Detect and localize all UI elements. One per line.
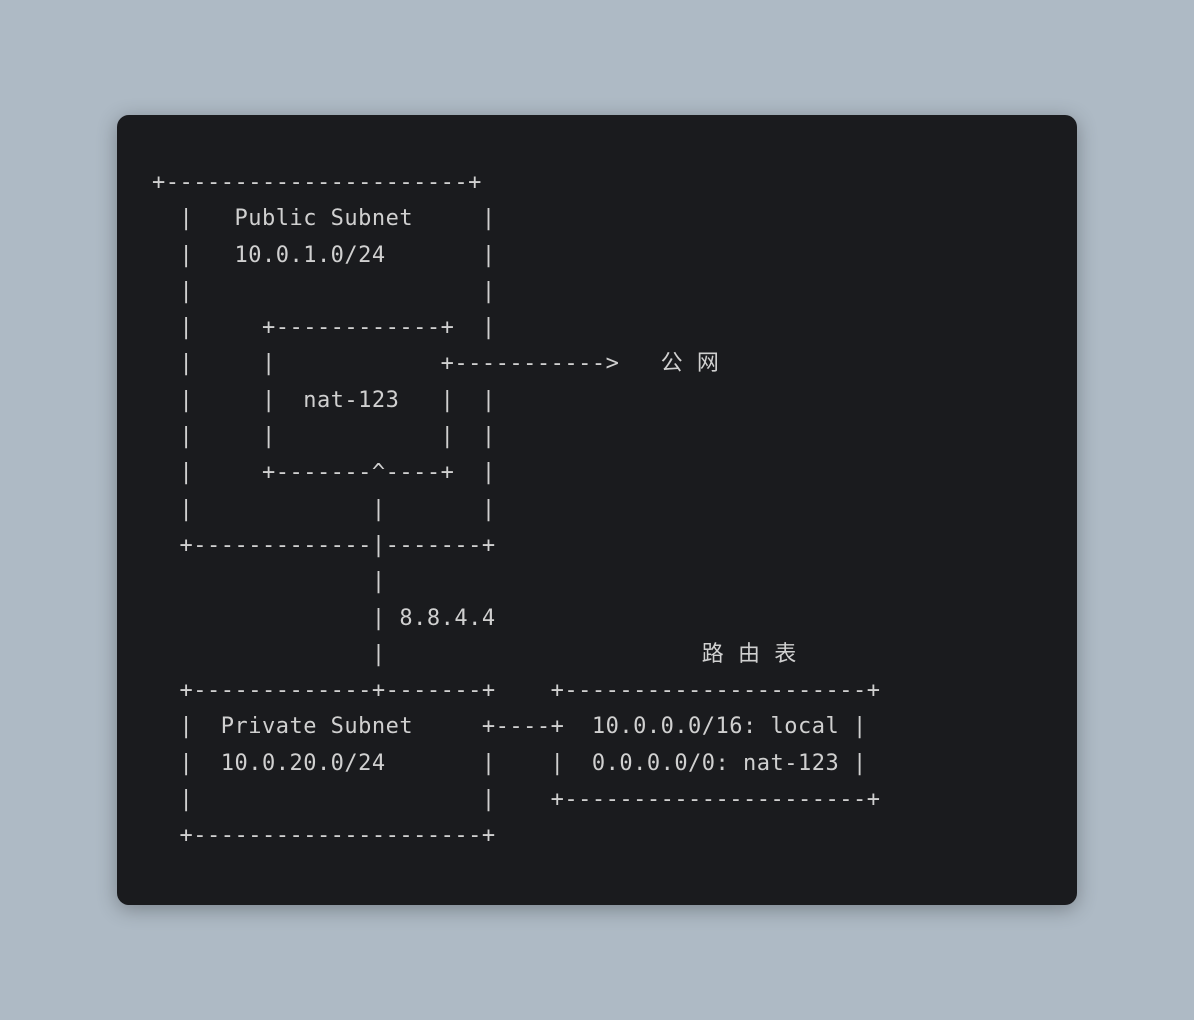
diagram-line: +---------------------+	[152, 823, 496, 848]
diagram-line: | |	[152, 279, 496, 304]
diagram-line: | 路 由 表	[152, 642, 797, 667]
diagram-line: | | +-----------> 公 网	[152, 351, 719, 376]
diagram-line: |	[152, 569, 386, 594]
diagram-line: +----------------------+	[152, 170, 482, 195]
diagram-line: +-------------+-------+ +---------------…	[152, 678, 881, 703]
ascii-diagram: +----------------------+ | Public Subnet…	[152, 165, 1042, 855]
diagram-line: | Private Subnet +----+ 10.0.0.0/16: loc…	[152, 714, 867, 739]
diagram-line: +-------------|-------+	[152, 533, 496, 558]
diagram-line: | 8.8.4.4	[152, 606, 496, 631]
diagram-line: | | +----------------------+	[152, 787, 881, 812]
terminal-window: +----------------------+ | Public Subnet…	[117, 115, 1077, 905]
diagram-line: | 10.0.20.0/24 | | 0.0.0.0/0: nat-123 |	[152, 751, 867, 776]
diagram-line: | | | |	[152, 424, 496, 449]
diagram-line: | +-------^----+ |	[152, 460, 496, 485]
diagram-line: | +------------+ |	[152, 315, 496, 340]
diagram-line: | 10.0.1.0/24 |	[152, 243, 496, 268]
diagram-line: | | |	[152, 497, 496, 522]
diagram-line: | | nat-123 | |	[152, 388, 496, 413]
diagram-line: | Public Subnet |	[152, 206, 496, 231]
